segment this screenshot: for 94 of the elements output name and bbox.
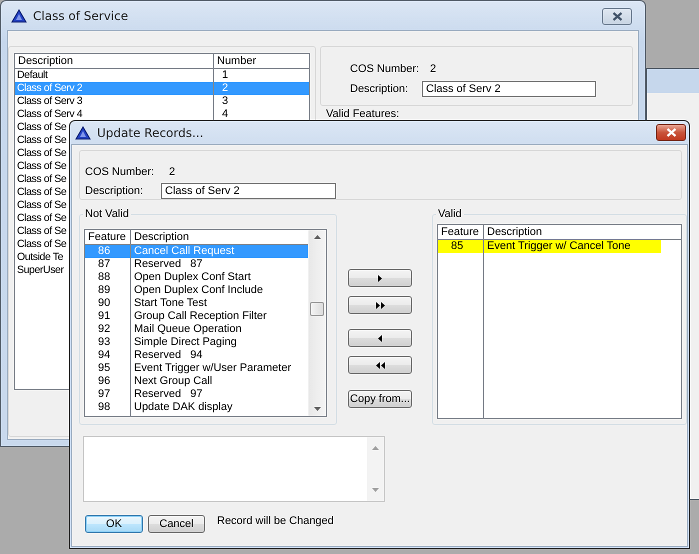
double-right-triangle-icon: [374, 300, 386, 310]
table-cell: 98: [98, 401, 110, 413]
list-row[interactable]: 88 Open Duplex Conf Start: [85, 271, 308, 284]
table-cell: 95: [98, 362, 110, 374]
dialog-button[interactable]: Cancel: [148, 515, 205, 533]
add-button[interactable]: [348, 269, 412, 287]
column-header[interactable]: Description: [15, 54, 214, 68]
table-cell: Simple Direct Paging: [134, 336, 237, 348]
field-label: COS Number:: [85, 166, 156, 178]
cos-number: 2: [429, 63, 438, 75]
table-cell: Open Duplex Conf Include: [134, 284, 264, 296]
window-title: Update Records...: [97, 126, 204, 140]
group-title: Valid: [437, 208, 463, 221]
table-cell: Start Tone Test: [134, 297, 207, 309]
list-row[interactable]: 95 Event Trigger w/User Parameter: [85, 362, 308, 375]
column-header[interactable]: Number: [214, 54, 309, 68]
copy-from-button[interactable]: Copy from...: [348, 390, 412, 408]
table-cell: Class of Serv 2: [17, 82, 82, 94]
list-row[interactable]: 91 Group Call Reception Filter: [85, 310, 308, 323]
table-cell: Event Trigger w/User Parameter: [134, 362, 292, 374]
table-cell: Reserved 94: [134, 349, 202, 361]
table-cell: Reserved 87: [134, 258, 202, 270]
table-cell: 2: [222, 82, 228, 94]
list-row[interactable]: 85 Event Trigger w/ Cancel Tone: [438, 240, 661, 253]
list-row[interactable]: 92 Mail Queue Operation: [85, 323, 308, 336]
table-cell: Group Call Reception Filter: [134, 310, 267, 322]
table-cell: 96: [98, 375, 110, 387]
message-field[interactable]: [83, 436, 385, 502]
table-cell: 93: [98, 336, 110, 348]
field-label: Description:: [350, 83, 410, 95]
table-cell: 97: [98, 388, 110, 400]
field-label: COS Number:: [350, 63, 420, 75]
cos-number: 2: [168, 166, 176, 178]
remove-button[interactable]: [348, 329, 412, 347]
triangle-icon: [75, 126, 91, 140]
table-cell: 92: [98, 323, 110, 335]
table-cell: Open Duplex Conf Start: [134, 271, 251, 283]
table-cell: 94: [98, 349, 110, 361]
table-cell: 91: [98, 310, 110, 322]
table-cell: 86: [98, 245, 110, 257]
list-row[interactable]: 94 Reserved 94: [85, 349, 308, 362]
table-cell: Update DAK display: [134, 401, 232, 413]
double-left-triangle-icon: [374, 360, 386, 370]
list-row[interactable]: 93 Simple Direct Paging: [85, 336, 308, 349]
list-row[interactable]: Class of Serv 4 4: [15, 108, 309, 121]
list-row[interactable]: 97 Reserved 97: [85, 388, 308, 401]
window-title: Class of Service: [33, 8, 128, 22]
close-button[interactable]: [602, 8, 632, 25]
triangle-icon: [11, 8, 27, 22]
list-row[interactable]: Class of Serv 3 3: [15, 95, 309, 108]
close-icon: [612, 12, 622, 21]
table-cell: 90: [98, 297, 110, 309]
table-cell: Reserved 97: [134, 388, 202, 400]
scroll-thumb[interactable]: [310, 302, 324, 316]
column-header[interactable]: Feature: [85, 230, 131, 244]
table-cell: Class of Se: [17, 199, 66, 211]
list-row[interactable]: 98 Update DAK display: [85, 401, 308, 414]
table-cell: Class of Se: [17, 134, 66, 146]
description-field[interactable]: Class of Serv 2: [422, 81, 596, 97]
table-cell: Mail Queue Operation: [134, 323, 242, 335]
column-header[interactable]: Feature: [438, 225, 484, 239]
table-cell: 3: [222, 95, 228, 107]
list-row[interactable]: 87 Reserved 87: [85, 258, 308, 271]
scrollbar[interactable]: [308, 230, 326, 416]
table-cell: 4: [222, 108, 228, 120]
list-row[interactable]: Default 1: [15, 69, 309, 82]
table-cell: Class of Se: [17, 147, 66, 159]
table-cell: 89: [98, 284, 110, 296]
table-cell: 87: [98, 258, 110, 270]
remove-all-button[interactable]: [348, 356, 412, 374]
group-title: Not Valid: [84, 208, 130, 221]
table-cell: 85: [451, 240, 464, 252]
list-row[interactable]: 96 Next Group Call: [85, 375, 308, 388]
table-cell: Class of Serv 4: [17, 108, 82, 120]
description-field[interactable]: Class of Serv 2: [161, 183, 336, 199]
add-all-button[interactable]: [348, 296, 412, 314]
list-row[interactable]: 90 Start Tone Test: [85, 297, 308, 310]
table-cell: 1: [222, 69, 228, 81]
status-text: Record will be Changed: [217, 515, 334, 528]
section-label: Valid Features:: [326, 108, 400, 121]
table-cell: Next Group Call: [134, 375, 212, 387]
close-icon: [666, 128, 676, 137]
table-cell: Default: [17, 69, 48, 81]
table-cell: Cancel Call Request: [134, 245, 234, 257]
field-label: Description:: [85, 185, 144, 197]
table-cell: Event Trigger w/ Cancel Tone: [487, 240, 630, 252]
list-row[interactable]: 89 Open Duplex Conf Include: [85, 284, 308, 297]
table-cell: Class of Se: [17, 173, 66, 185]
table-cell: Class of Serv 3: [17, 95, 82, 107]
column-header[interactable]: Description: [131, 230, 308, 244]
dialog-button[interactable]: OK: [85, 515, 143, 533]
close-button[interactable]: [656, 124, 686, 141]
column-header[interactable]: Description: [484, 225, 681, 239]
table-cell: 88: [98, 271, 110, 283]
